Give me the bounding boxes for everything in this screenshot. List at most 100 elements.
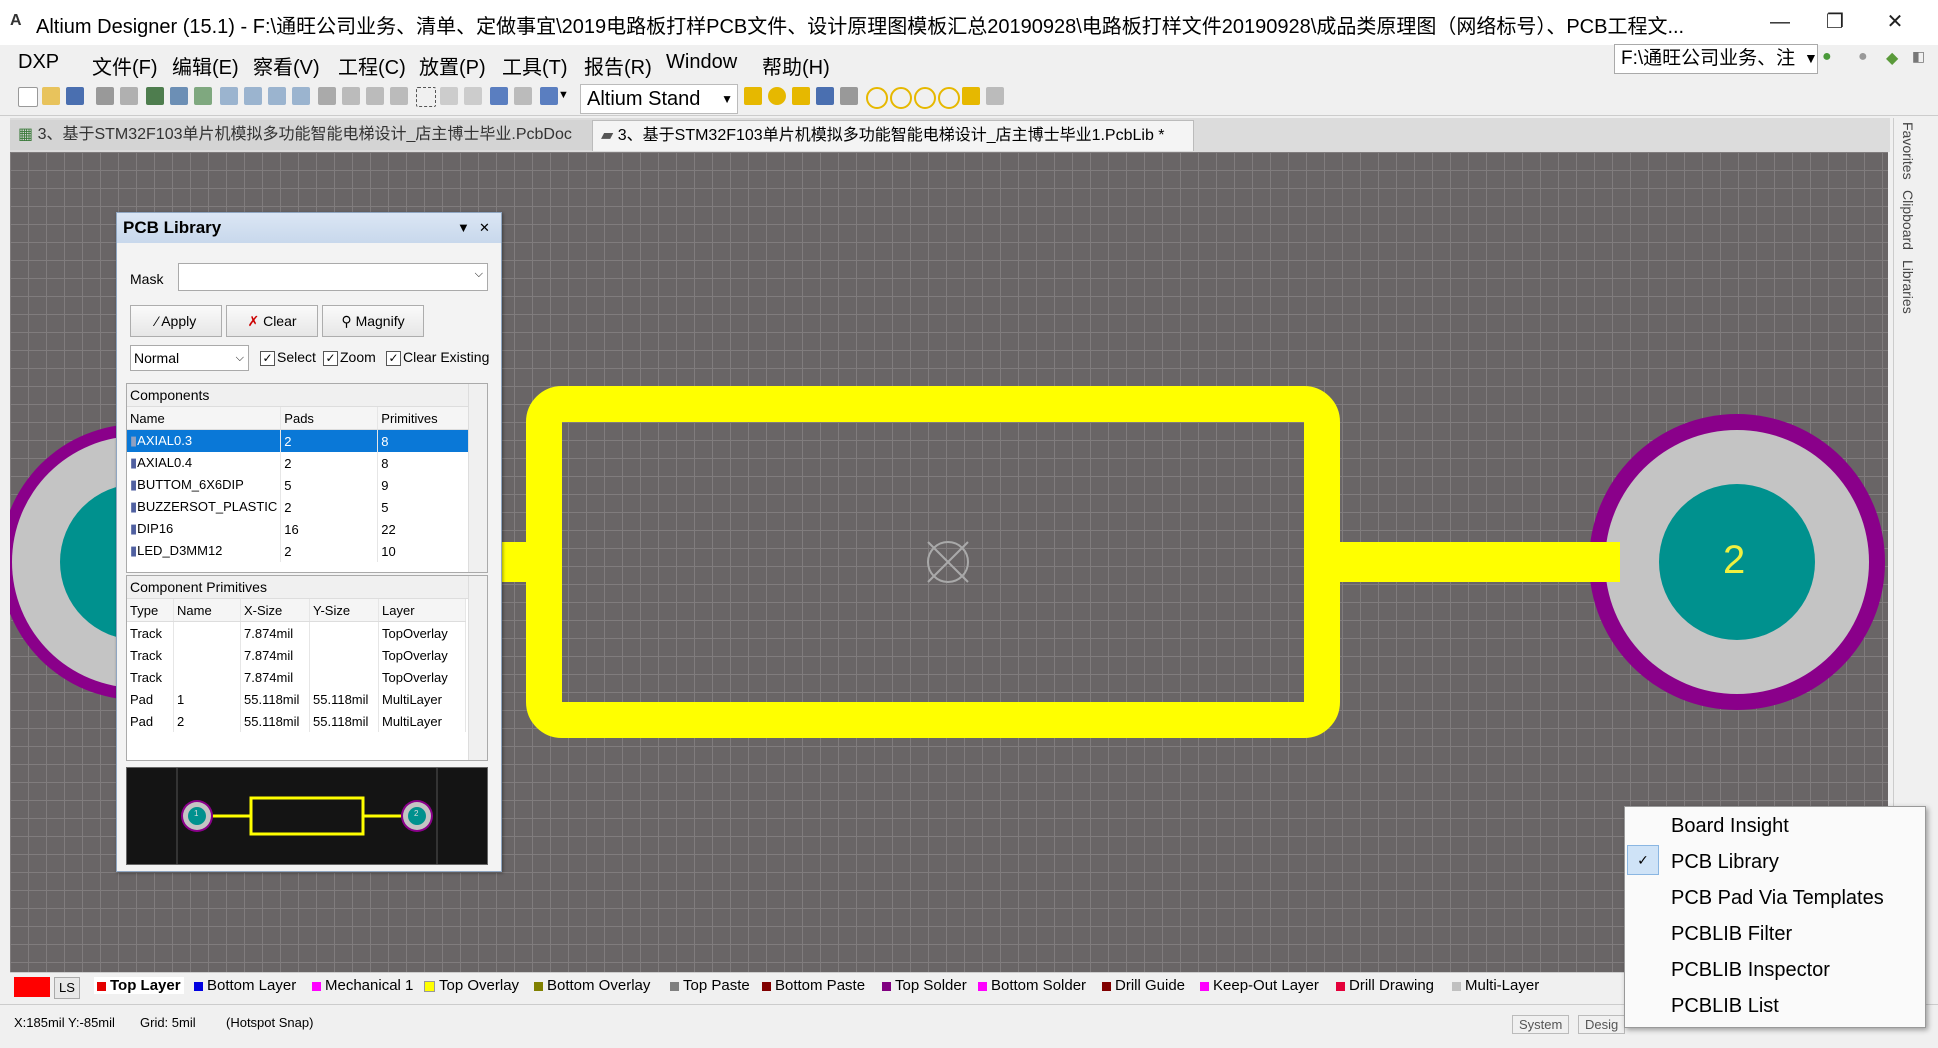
panel-menu-icon[interactable]: ▼ xyxy=(457,213,470,243)
save-icon[interactable] xyxy=(66,87,84,105)
popup-item-pcb-pad-via-templates[interactable]: PCB Pad Via Templates xyxy=(1671,887,1884,910)
arc-center-icon[interactable] xyxy=(866,87,888,109)
layer-tab-top-paste[interactable]: Top Paste xyxy=(670,977,750,994)
table-row[interactable]: Pad 2 55.118mil 55.118mil MultiLayer xyxy=(127,710,466,732)
panel-close-icon[interactable]: ✕ xyxy=(479,213,490,243)
tab-libraries[interactable]: Libraries xyxy=(1900,260,1916,314)
menu-project[interactable]: 工程(C) xyxy=(338,51,406,80)
layer-tab-top-layer[interactable]: Top Layer xyxy=(94,977,184,994)
col-pads[interactable]: Pads xyxy=(280,407,379,430)
paste-icon[interactable] xyxy=(366,87,384,105)
table-row[interactable]: ▮BUZZERSOT_PLASTIC 2 5 xyxy=(127,496,476,518)
nav-options-icon[interactable]: ◧ xyxy=(1912,48,1925,65)
place-line-icon[interactable] xyxy=(744,87,762,105)
cut-icon[interactable] xyxy=(318,87,336,105)
print-preview-icon[interactable] xyxy=(120,87,138,105)
arc-any-icon[interactable] xyxy=(914,87,936,109)
place-via-icon[interactable] xyxy=(792,87,810,105)
print-icon[interactable] xyxy=(96,87,114,105)
close-button[interactable]: ✕ xyxy=(1875,8,1915,36)
col-type[interactable]: Type xyxy=(127,599,174,622)
layer-tab-top-solder[interactable]: Top Solder xyxy=(882,977,967,994)
deselect-icon[interactable] xyxy=(464,87,482,105)
style-combo[interactable]: Altium Stand ▼ xyxy=(580,84,738,114)
popup-item-pcblib-list[interactable]: PCBLIB List xyxy=(1671,995,1779,1018)
place-array-icon[interactable] xyxy=(986,87,1004,105)
layer-tab-drill-guide[interactable]: Drill Guide xyxy=(1102,977,1185,994)
move-icon[interactable] xyxy=(440,87,458,105)
col-name[interactable]: Name xyxy=(127,407,282,430)
table-row[interactable]: Track 7.874mil TopOverlay xyxy=(127,666,466,688)
popup-item-pcblib-filter[interactable]: PCBLIB Filter xyxy=(1671,923,1792,946)
menu-file[interactable]: 文件(F) xyxy=(92,51,158,80)
home-icon[interactable]: ◆ xyxy=(1886,48,1898,68)
primitives-scrollbar[interactable] xyxy=(468,576,487,760)
col-ysize[interactable]: Y-Size xyxy=(309,599,379,622)
mask-input[interactable]: ⌵ xyxy=(178,263,488,291)
zoom-checkbox[interactable]: ✓ Zoom xyxy=(323,349,376,366)
grid-icon[interactable] xyxy=(540,87,558,105)
system-panel-button[interactable]: System xyxy=(1512,1015,1570,1034)
menu-place[interactable]: 放置(P) xyxy=(419,51,486,80)
table-row[interactable]: ▮AXIAL0.4 2 8 xyxy=(127,452,476,474)
tab-pcbdoc[interactable]: ▦ 3、基于STM32F103单片机模拟多功能智能电梯设计_店主博士毕业.Pcb… xyxy=(10,120,596,150)
arc-edge-icon[interactable] xyxy=(890,87,912,109)
design-panel-button[interactable]: Desig xyxy=(1578,1015,1626,1034)
zoom-out-icon[interactable] xyxy=(244,87,262,105)
layer-tab-mechanical-1[interactable]: Mechanical 1 xyxy=(312,977,413,994)
clear-existing-checkbox[interactable]: ✓ Clear Existing xyxy=(386,349,489,366)
copy-icon[interactable] xyxy=(342,87,360,105)
grid-dropdown-icon[interactable]: ▼ xyxy=(558,89,569,101)
menu-help[interactable]: 帮助(H) xyxy=(762,51,830,80)
forward-icon[interactable]: ● xyxy=(1858,48,1868,66)
layer-tab-bottom-solder[interactable]: Bottom Solder xyxy=(978,977,1086,994)
rubber-stamp-icon[interactable] xyxy=(390,87,408,105)
table-row[interactable]: ▮DIP16 16 22 xyxy=(127,518,476,540)
col-prim-name[interactable]: Name xyxy=(173,599,241,622)
menu-reports[interactable]: 报告(R) xyxy=(584,51,652,80)
layers-icon[interactable] xyxy=(146,87,164,105)
current-layer-swatch[interactable] xyxy=(14,977,50,997)
components-scrollbar[interactable] xyxy=(468,384,487,572)
layer-tab-drill-drawing[interactable]: Drill Drawing xyxy=(1336,977,1434,994)
open-icon[interactable] xyxy=(42,87,60,105)
redo-icon[interactable] xyxy=(514,87,532,105)
mode-select[interactable]: Normal ⌵ xyxy=(130,345,249,371)
magnify-button[interactable]: ⚲ Magnify xyxy=(322,305,424,337)
board-icon[interactable] xyxy=(170,87,188,105)
layer-tab-bottom-layer[interactable]: Bottom Layer xyxy=(194,977,296,994)
zoom-fit-icon[interactable] xyxy=(268,87,286,105)
col-xsize[interactable]: X-Size xyxy=(240,599,310,622)
layer-tab-bottom-paste[interactable]: Bottom Paste xyxy=(762,977,865,994)
place-string-icon[interactable] xyxy=(816,87,834,105)
place-pad-icon[interactable] xyxy=(768,87,786,105)
place-coordinate-icon[interactable] xyxy=(840,87,858,105)
menu-tools[interactable]: 工具(T) xyxy=(502,51,568,80)
menu-edit[interactable]: 编辑(E) xyxy=(172,51,239,80)
layer-tab-keep-out-layer[interactable]: Keep-Out Layer xyxy=(1200,977,1319,994)
zoom-in-icon[interactable] xyxy=(220,87,238,105)
table-row[interactable]: Track 7.874mil TopOverlay xyxy=(127,621,466,644)
popup-item-pcb-library[interactable]: PCB Library xyxy=(1671,851,1779,874)
table-row[interactable]: Pad 1 55.118mil 55.118mil MultiLayer xyxy=(127,688,466,710)
menu-dxp[interactable]: DXP xyxy=(18,51,59,74)
clear-button[interactable]: ✗ Clear xyxy=(226,305,318,337)
layer-tab-bottom-overlay[interactable]: Bottom Overlay xyxy=(534,977,650,994)
col-primitives[interactable]: Primitives xyxy=(377,407,476,430)
table-row[interactable]: ▮BUTTOM_6X6DIP 5 9 xyxy=(127,474,476,496)
popup-item-board-insight[interactable]: Board Insight xyxy=(1671,815,1789,838)
table-row[interactable]: ▮AXIAL0.3 2 8 xyxy=(127,429,476,452)
select-checkbox[interactable]: ✓ Select xyxy=(260,349,316,366)
apply-button[interactable]: ⁄ Apply xyxy=(130,305,222,337)
tab-clipboard[interactable]: Clipboard xyxy=(1900,190,1916,250)
undo-icon[interactable] xyxy=(490,87,508,105)
popup-item-pcblib-inspector[interactable]: PCBLIB Inspector xyxy=(1671,959,1830,982)
layer-set-button[interactable]: LS xyxy=(54,977,80,999)
menu-window[interactable]: Window xyxy=(666,51,737,74)
back-icon[interactable]: ● xyxy=(1822,48,1832,66)
menu-view[interactable]: 察看(V) xyxy=(253,51,320,80)
path-dropdown-icon[interactable]: ▼ xyxy=(1804,50,1818,66)
place-fill-icon[interactable] xyxy=(962,87,980,105)
layer-tab-multi-layer[interactable]: Multi-Layer xyxy=(1452,977,1539,994)
full-circle-icon[interactable] xyxy=(938,87,960,109)
